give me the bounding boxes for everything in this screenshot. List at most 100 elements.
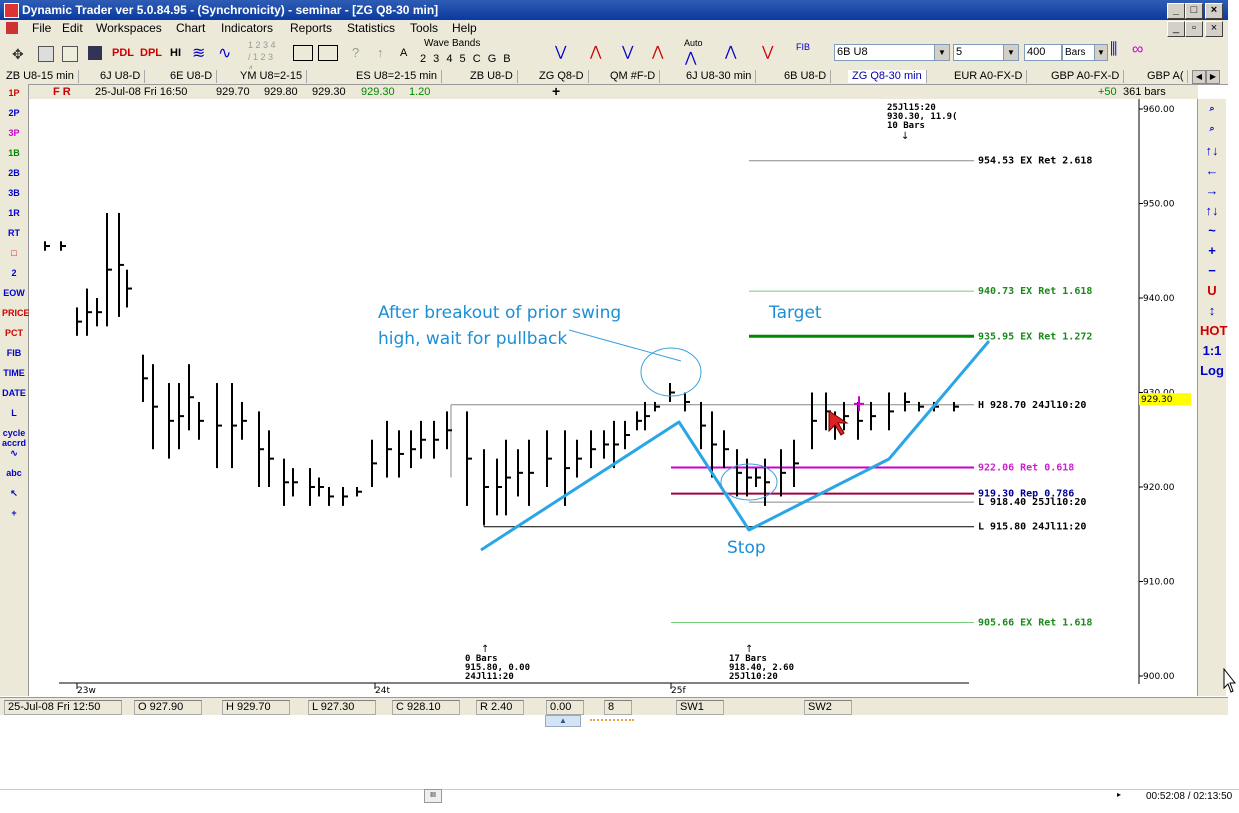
player-timeline[interactable] bbox=[0, 789, 1239, 806]
layout-1-icon[interactable] bbox=[293, 45, 313, 61]
bars-unit-select[interactable]: Bars bbox=[1062, 44, 1096, 61]
tab-6j-u8-d[interactable]: 6J U8-D bbox=[96, 70, 146, 83]
left-tool-2-icon[interactable]: 3P bbox=[2, 128, 26, 146]
right-tool-2-icon[interactable]: ↑↓ bbox=[1200, 143, 1224, 158]
letter-a-button[interactable]: A bbox=[400, 47, 407, 59]
menu-chart[interactable]: Chart bbox=[176, 21, 205, 35]
tab-scroll-left-icon[interactable]: ◀ bbox=[1192, 70, 1206, 84]
menu-tools[interactable]: Tools bbox=[410, 21, 438, 35]
menu-statistics[interactable]: Statistics bbox=[347, 21, 395, 35]
indicator-wave-icon[interactable]: ∿ bbox=[218, 43, 231, 63]
tab-ym-u8[interactable]: YM U8=2-15 bbox=[236, 70, 308, 83]
timeline-handle[interactable]: III bbox=[424, 789, 442, 803]
tab-gbp-a-partial[interactable]: GBP A( bbox=[1143, 70, 1189, 83]
indicator-m-icon[interactable]: ≋ bbox=[192, 43, 205, 63]
left-tool-16-icon[interactable]: L bbox=[2, 408, 26, 426]
right-tool-0-icon[interactable]: ⌕ bbox=[1200, 103, 1224, 114]
left-tool-9-icon[interactable]: 2 bbox=[2, 268, 26, 286]
left-tool-10-icon[interactable]: EOW bbox=[2, 288, 26, 306]
left-tool-20-icon[interactable]: ↖ bbox=[2, 488, 26, 506]
auto-label[interactable]: Auto bbox=[684, 38, 703, 48]
tab-zb-u8-15min[interactable]: ZB U8-15 min bbox=[2, 70, 79, 83]
right-tool-9-icon[interactable]: U bbox=[1200, 283, 1224, 298]
tab-zb-u8-d[interactable]: ZB U8-D bbox=[466, 70, 518, 83]
menu-edit[interactable]: Edit bbox=[62, 21, 83, 35]
timeline-end-icon[interactable]: ▸ bbox=[1117, 790, 1121, 799]
tab-eur-a0-fx-d[interactable]: EUR A0-FX-D bbox=[950, 70, 1028, 83]
left-tool-21-icon[interactable]: + bbox=[2, 508, 26, 526]
new-chart-icon[interactable] bbox=[38, 46, 54, 62]
right-tool-5-icon[interactable]: ↑↓ bbox=[1200, 203, 1224, 218]
symbol-dropdown-icon[interactable]: ▼ bbox=[934, 44, 950, 61]
cycle-icon[interactable]: ∞ bbox=[1132, 41, 1143, 59]
right-tool-4-icon[interactable]: → bbox=[1200, 183, 1224, 198]
crosshair-icon[interactable]: + bbox=[552, 83, 560, 99]
left-tool-5-icon[interactable]: 3B bbox=[2, 188, 26, 206]
player-expand-icon[interactable]: ▲ bbox=[545, 715, 581, 727]
tab-es-u8[interactable]: ES U8=2-15 min bbox=[352, 70, 443, 83]
bar-style-icon[interactable]: ⫼ bbox=[1110, 41, 1117, 59]
question-icon[interactable]: ? bbox=[352, 45, 359, 60]
left-tool-3-icon[interactable]: 1B bbox=[2, 148, 26, 166]
price-chart[interactable]: 960.00950.00940.00930.00920.00910.00900.… bbox=[29, 99, 1197, 696]
bars-count-input[interactable]: 400 bbox=[1024, 44, 1062, 61]
symbol-select[interactable]: 6B U8 bbox=[834, 44, 938, 61]
dpl-button[interactable]: DPL bbox=[140, 47, 162, 59]
tab-scroll-right-icon[interactable]: ▶ bbox=[1206, 70, 1220, 84]
doc-close-button[interactable]: × bbox=[1205, 21, 1223, 37]
wave-band-buttons[interactable]: 2 3 4 5 C G B bbox=[420, 53, 513, 65]
right-tool-11-icon[interactable]: HOT bbox=[1200, 323, 1227, 338]
swing-up2-icon[interactable]: ⋀ bbox=[652, 43, 663, 60]
right-tool-8-icon[interactable]: − bbox=[1200, 263, 1224, 278]
left-tool-0-icon[interactable]: 1P bbox=[2, 88, 26, 106]
right-tool-10-icon[interactable]: ↕ bbox=[1200, 303, 1224, 318]
doc-restore-button[interactable]: ▫ bbox=[1185, 21, 1203, 37]
minimize-button[interactable]: _ bbox=[1167, 3, 1185, 19]
maximize-button[interactable]: □ bbox=[1185, 3, 1203, 19]
swing-down-icon[interactable]: ⋁ bbox=[555, 43, 566, 60]
pdl-button[interactable]: PDL bbox=[112, 47, 134, 59]
left-tool-19-icon[interactable]: abc bbox=[2, 468, 26, 486]
left-tool-7-icon[interactable]: RT bbox=[2, 228, 26, 246]
open-icon[interactable] bbox=[62, 46, 78, 62]
menu-help[interactable]: Help bbox=[452, 21, 477, 35]
right-tool-12-icon[interactable]: 1:1 bbox=[1200, 343, 1224, 358]
app-icon[interactable] bbox=[4, 3, 19, 18]
tab-qm-f-d[interactable]: QM #F-D bbox=[606, 70, 661, 83]
swing-down2-icon[interactable]: ⋁ bbox=[622, 43, 633, 60]
fib-label[interactable]: FIB bbox=[796, 42, 810, 52]
pattern-down-icon[interactable]: ⋁ bbox=[762, 43, 773, 60]
hi-button[interactable]: HI bbox=[170, 47, 181, 59]
fr-flags[interactable]: F R bbox=[53, 86, 71, 98]
save-icon[interactable] bbox=[88, 46, 102, 60]
left-tool-13-icon[interactable]: FIB bbox=[2, 348, 26, 366]
left-tool-4-icon[interactable]: 2B bbox=[2, 168, 26, 186]
doc-minimize-button[interactable]: _ bbox=[1167, 21, 1185, 37]
interval-dropdown-icon[interactable]: ▼ bbox=[1003, 44, 1019, 61]
right-tool-3-icon[interactable]: ← bbox=[1200, 163, 1224, 178]
swing-up-icon[interactable]: ⋀ bbox=[590, 43, 601, 60]
left-tool-12-icon[interactable]: PCT bbox=[2, 328, 26, 346]
chart-canvas[interactable]: 960.00950.00940.00930.00920.00910.00900.… bbox=[29, 99, 1197, 696]
right-tool-13-icon[interactable]: Log bbox=[1200, 363, 1224, 378]
document-icon[interactable] bbox=[6, 22, 18, 34]
layout-2-icon[interactable] bbox=[318, 45, 338, 61]
menu-reports[interactable]: Reports bbox=[290, 21, 332, 35]
left-tool-15-icon[interactable]: DATE bbox=[2, 388, 26, 406]
left-tool-6-icon[interactable]: 1R bbox=[2, 208, 26, 226]
menu-workspaces[interactable]: Workspaces bbox=[96, 21, 162, 35]
tab-6b-u8-d[interactable]: 6B U8-D bbox=[780, 70, 832, 83]
menu-indicators[interactable]: Indicators bbox=[221, 21, 273, 35]
auto-swing-icon[interactable]: ⋀ bbox=[685, 49, 696, 66]
close-button[interactable]: × bbox=[1205, 3, 1223, 19]
left-tool-8-icon[interactable]: □ bbox=[2, 248, 26, 266]
tab-gbp-a0-fx-d[interactable]: GBP A0-FX-D bbox=[1047, 70, 1125, 83]
left-tool-1-icon[interactable]: 2P bbox=[2, 108, 26, 126]
up-icon[interactable]: ↑ bbox=[377, 45, 384, 60]
tab-6e-u8-d[interactable]: 6E U8-D bbox=[166, 70, 218, 83]
tab-6j-u8-30min[interactable]: 6J U8-30 min bbox=[682, 70, 757, 83]
bars-dropdown-icon[interactable]: ▼ bbox=[1094, 44, 1108, 61]
right-tool-7-icon[interactable]: + bbox=[1200, 243, 1224, 258]
right-tool-6-icon[interactable]: ~ bbox=[1200, 223, 1224, 238]
left-tool-14-icon[interactable]: TIME bbox=[2, 368, 26, 386]
